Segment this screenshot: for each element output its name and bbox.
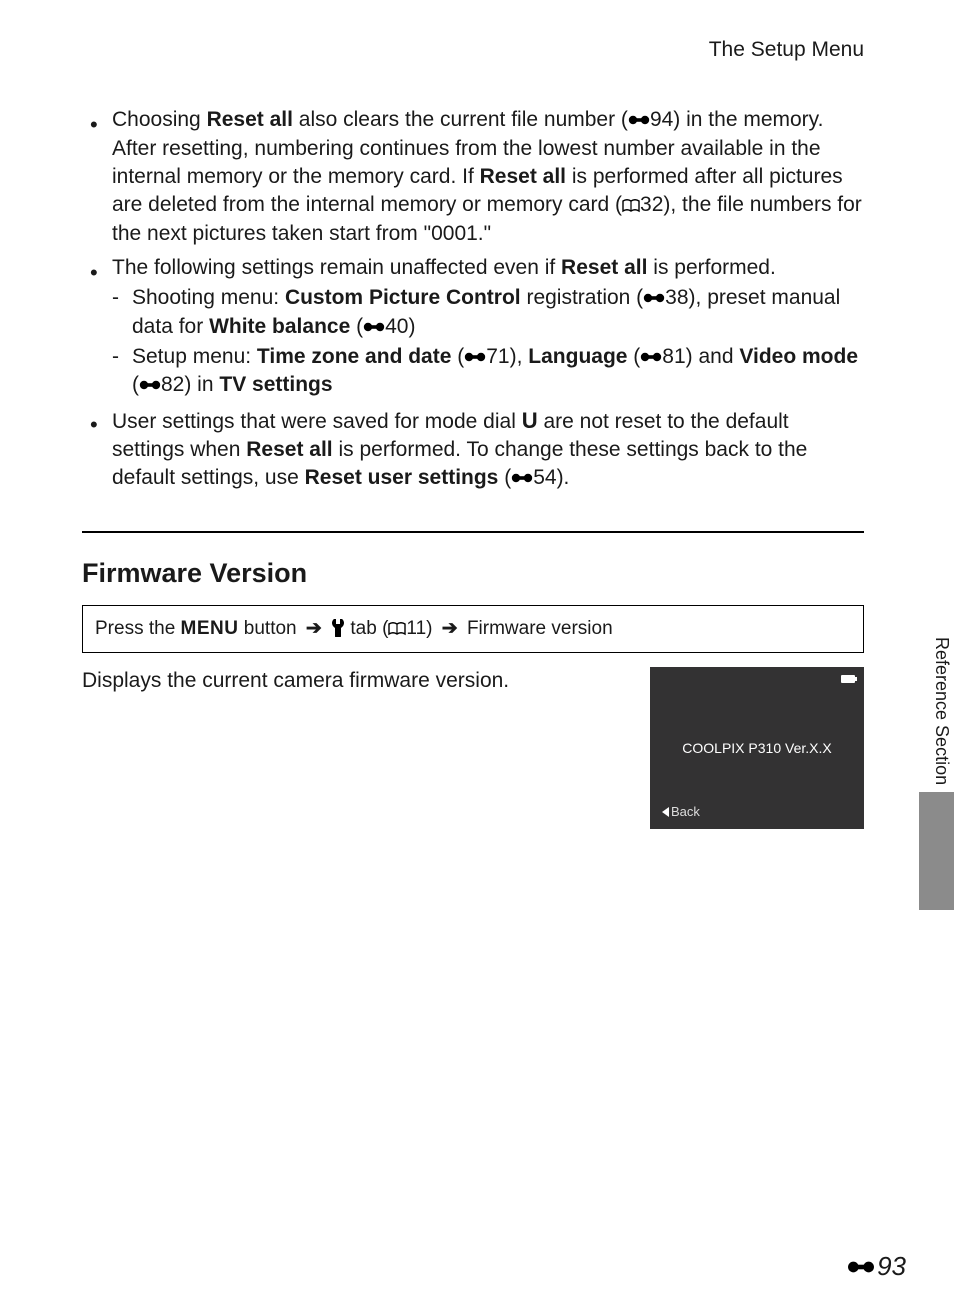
side-tab-label: Reference Section [919,620,954,792]
bullet-user-settings: User settings that were saved for mode d… [82,406,864,493]
reference-icon [643,291,665,305]
reference-icon [628,113,650,127]
bullet-reset-file-number: Choosing Reset all also clears the curre… [82,106,864,248]
reference-icon [847,1258,875,1276]
arrow-icon: ➔ [442,618,458,639]
dash-setup-menu: Setup menu: Time zone and date (71), Lan… [112,343,864,400]
reference-icon [511,471,533,485]
side-tab-block [919,792,954,910]
dash-shooting-menu: Shooting menu: Custom Picture Control re… [112,284,864,341]
menu-button-label: MENU [181,618,239,639]
reference-icon [640,350,662,364]
header-title: The Setup Menu [709,38,864,61]
navigation-path-box: Press the MENU button ➔ tab (11) ➔ Firmw… [82,605,864,653]
arrow-icon: ➔ [306,618,322,639]
back-indicator: Back [662,803,700,821]
battery-icon [841,675,855,683]
book-icon [388,622,406,636]
reference-icon [139,378,161,392]
side-tab: Reference Section [919,620,954,910]
section-title: Firmware Version [82,555,864,591]
reference-icon [464,350,486,364]
bullet-list: Choosing Reset all also clears the curre… [82,106,864,492]
bullet-unaffected-settings: The following settings remain unaffected… [82,254,864,400]
reference-icon [363,320,385,334]
book-icon [622,199,640,213]
section-divider [82,531,864,533]
page-header: The Setup Menu [82,36,864,64]
firmware-description: Displays the current camera firmware ver… [82,667,628,695]
camera-screen-preview: COOLPIX P310 Ver.X.X Back [650,667,864,829]
firmware-model-text: COOLPIX P310 Ver.X.X [650,739,864,758]
back-triangle-icon [662,807,669,817]
page-number: 93 [847,1249,906,1284]
mode-dial-u-icon: U [522,408,538,433]
setup-tab-icon [331,619,345,637]
